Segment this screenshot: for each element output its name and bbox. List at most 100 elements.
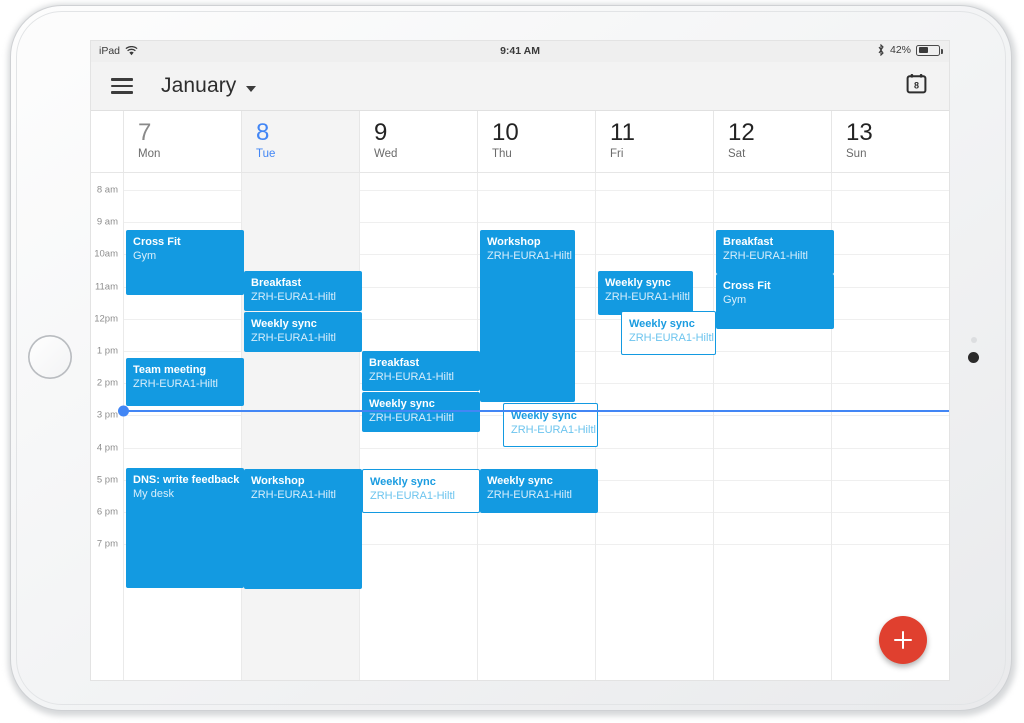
calendar-event[interactable]: Cross Fit Gym — [126, 230, 244, 295]
hour-label: 4 pm — [96, 442, 118, 454]
event-title: Cross Fit — [133, 236, 181, 248]
calendar-event[interactable]: DNS: write feedback My desk — [126, 468, 244, 588]
calendar-today-icon[interactable]: 8 — [906, 73, 927, 99]
calendar-event[interactable]: Breakfast ZRH-EURA1-Hiltl — [716, 230, 834, 274]
calendar-event[interactable]: Breakfast ZRH-EURA1-Hiltl — [244, 271, 362, 311]
day-name: Thu — [492, 148, 512, 160]
day-header-6[interactable]: 13 Sun — [831, 111, 949, 172]
event-location: ZRH-EURA1-Hiltl — [251, 332, 336, 344]
day-header-4[interactable]: 11 Fri — [595, 111, 713, 172]
day-name: Sun — [846, 148, 867, 160]
home-button[interactable] — [28, 335, 72, 379]
time-gutter: 8 am 9 am 10am 11am 12pm 1 pm 2 pm 3 pm 4 pm 5 pm… — [91, 173, 123, 680]
day-column-1[interactable]: Breakfast ZRH-EURA1-Hiltl Weekly sync ZRH-E… — [241, 173, 362, 680]
calendar-event[interactable]: Cross Fit Gym — [716, 274, 834, 329]
current-time-line — [123, 410, 949, 412]
today-icon-day-number: 8 — [914, 81, 919, 91]
ipad-screen: iPad 9:41 AM 42% January 8 7 Mon 8 Tue 9… — [90, 40, 950, 681]
hour-label: 7 pm — [96, 538, 118, 550]
ipad-device: iPad 9:41 AM 42% January 8 7 Mon 8 Tue 9… — [0, 0, 1024, 723]
event-title: Weekly sync — [487, 475, 553, 487]
status-bar-right: 42% — [877, 44, 943, 56]
chevron-down-icon[interactable] — [246, 86, 257, 92]
hour-label: 6 pm — [96, 506, 118, 518]
event-location: ZRH-EURA1-Hiltl — [511, 424, 596, 436]
event-location: ZRH-EURA1-Hiltl — [487, 489, 572, 501]
calendar-grid[interactable]: 8 am 9 am 10am 11am 12pm 1 pm 2 pm 3 pm 4 pm 5 pm… — [91, 173, 949, 680]
event-location: ZRH-EURA1-Hiltl — [133, 378, 218, 390]
event-location: ZRH-EURA1-Hiltl — [629, 332, 714, 344]
battery-percent-label: 42% — [889, 44, 911, 56]
hour-label: 8 am — [96, 184, 118, 196]
hour-label: 11am — [94, 281, 118, 293]
day-column-6[interactable] — [831, 173, 949, 680]
calendar-event[interactable]: Workshop ZRH-EURA1-Hiltl — [480, 230, 575, 402]
day-header-row: 7 Mon 8 Tue 9 Wed 10 Thu 11 Fri 12 Sat 1… — [91, 111, 949, 173]
calendar-event[interactable]: Weekly sync ZRH-EURA1-Hiltl — [362, 392, 480, 432]
event-title: Weekly sync — [629, 318, 695, 330]
day-number: 7 — [138, 119, 152, 146]
day-name: Sat — [728, 148, 746, 160]
event-location: ZRH-EURA1-Hiltl — [723, 250, 808, 262]
event-location: ZRH-EURA1-Hiltl — [369, 412, 454, 424]
bluetooth-icon — [878, 44, 884, 56]
day-header-3[interactable]: 10 Thu — [477, 111, 595, 172]
battery-fill — [918, 47, 928, 53]
event-title: Breakfast — [723, 236, 774, 248]
hour-label: 5 pm — [96, 474, 118, 486]
event-location: ZRH-EURA1-Hiltl — [487, 250, 572, 262]
event-location: ZRH-EURA1-Hiltl — [251, 291, 336, 303]
event-title: Cross Fit — [723, 280, 771, 292]
day-column-2[interactable]: Breakfast ZRH-EURA1-Hiltl Weekly sync ZRH-E… — [359, 173, 480, 680]
calendar-event[interactable]: Breakfast ZRH-EURA1-Hiltl — [362, 351, 480, 391]
ios-status-bar: iPad 9:41 AM 42% — [91, 41, 949, 62]
event-title: Weekly sync — [369, 398, 435, 410]
day-columns: Cross Fit Gym Team meeting ZRH-EURA1-Hiltl D… — [123, 173, 949, 680]
hour-label: 12pm — [94, 313, 118, 325]
day-name: Fri — [610, 148, 624, 160]
day-column-0[interactable]: Cross Fit Gym Team meeting ZRH-EURA1-Hiltl D… — [123, 173, 244, 680]
calendar-event[interactable]: Weekly sync ZRH-EURA1-Hiltl — [362, 469, 480, 513]
day-name: Mon — [138, 148, 161, 160]
event-title: Team meeting — [133, 364, 207, 376]
event-title: Weekly sync — [605, 277, 671, 289]
calendar-event[interactable]: Workshop ZRH-EURA1-Hiltl — [244, 469, 362, 589]
event-title: Breakfast — [369, 357, 420, 369]
day-number: 13 — [846, 119, 873, 146]
event-location: ZRH-EURA1-Hiltl — [369, 371, 454, 383]
day-number: 11 — [610, 119, 635, 146]
current-time-dot — [118, 405, 129, 417]
hamburger-menu-icon[interactable] — [111, 74, 133, 98]
event-location: My desk — [133, 488, 174, 500]
ambient-sensor — [971, 337, 977, 343]
day-header-5[interactable]: 12 Sat — [713, 111, 831, 172]
event-title: Breakfast — [251, 277, 302, 289]
event-location: Gym — [133, 250, 157, 262]
calendar-event[interactable]: Weekly sync ZRH-EURA1-Hiltl — [598, 271, 693, 315]
day-header-1[interactable]: 8 Tue — [241, 111, 359, 172]
battery-icon — [916, 44, 943, 56]
calendar-event[interactable]: Team meeting ZRH-EURA1-Hiltl — [126, 358, 244, 406]
day-name: Tue — [256, 148, 276, 160]
day-column-3[interactable]: Workshop ZRH-EURA1-Hiltl Weekly sync ZRH-EU… — [477, 173, 598, 680]
hour-label: 1 pm — [96, 345, 118, 357]
event-title: Workshop — [251, 475, 305, 487]
day-column-5[interactable]: Breakfast ZRH-EURA1-Hiltl Cross Fit Gym — [713, 173, 834, 680]
hour-label: 9 am — [96, 216, 118, 228]
day-header-2[interactable]: 9 Wed — [359, 111, 477, 172]
app-toolbar: January 8 — [91, 62, 949, 111]
create-event-fab[interactable] — [879, 616, 927, 664]
day-number: 12 — [728, 119, 755, 146]
calendar-event[interactable]: Weekly sync ZRH-EURA1-Hiltl — [244, 312, 362, 352]
status-bar-clock: 9:41 AM — [500, 45, 540, 57]
month-title[interactable]: January — [161, 74, 236, 98]
day-number: 8 — [256, 119, 270, 146]
calendar-event[interactable]: Weekly sync ZRH-EURA1-Hiltl — [480, 469, 598, 513]
hour-label: 3 pm — [96, 409, 118, 421]
event-location: ZRH-EURA1-Hiltl — [370, 490, 455, 502]
day-column-4[interactable]: Weekly sync ZRH-EURA1-Hiltl Weekly sync ZRH… — [595, 173, 716, 680]
event-location: Gym — [723, 294, 747, 306]
calendar-event[interactable]: Weekly sync ZRH-EURA1-Hiltl — [621, 311, 716, 355]
day-number: 9 — [374, 119, 388, 146]
day-header-0[interactable]: 7 Mon — [123, 111, 241, 172]
